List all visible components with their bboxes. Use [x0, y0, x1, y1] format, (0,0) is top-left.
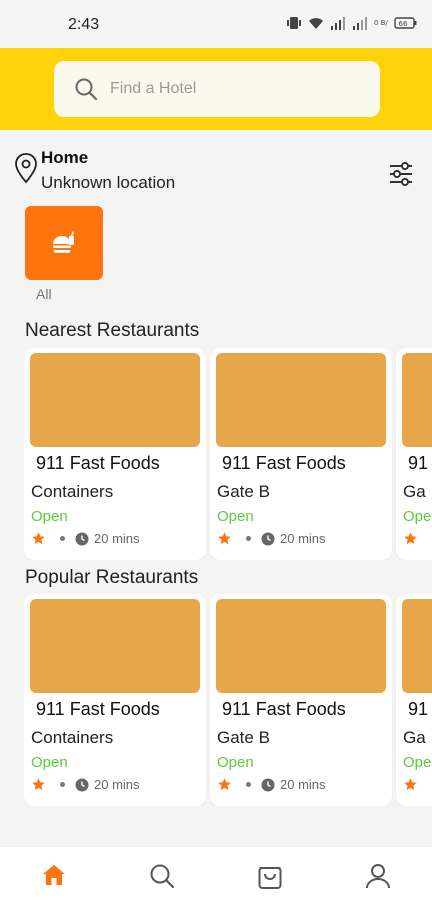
restaurant-branch: Gate B: [217, 728, 270, 747]
battery-icon: 66: [394, 17, 417, 29]
nav-profile[interactable]: [362, 863, 394, 895]
restaurant-name: 91: [408, 699, 429, 719]
status-time: 2:43: [68, 16, 100, 33]
profile-icon: [366, 864, 390, 889]
status-bar: 2:43 0 B/S 66: [0, 0, 432, 48]
restaurant-branch: Containers: [31, 482, 114, 501]
restaurant-card[interactable]: 911 Fast Foods Containers Open 20 mins: [24, 594, 206, 806]
restaurant-branch: Ga: [403, 728, 426, 747]
burger-drink-icon: [53, 231, 75, 254]
restaurant-name: 911 Fast Foods: [222, 699, 346, 719]
clock-icon: [75, 532, 89, 545]
location-pin-icon: [15, 153, 37, 184]
food-image: [30, 599, 200, 693]
net-speed-text: 0 B/S: [374, 19, 388, 27]
bottom-nav: [0, 846, 432, 900]
food-image: [402, 353, 432, 447]
popular-restaurants-row[interactable]: 911 Fast Foods Containers Open 20 mins 9…: [24, 594, 432, 806]
delivery-time: 20 mins: [94, 531, 140, 546]
restaurant-card[interactable]: 911 Fast Foods Gate B Open 20 mins: [210, 594, 392, 806]
section-title-nearest: Nearest Restaurants: [25, 320, 200, 341]
nav-home[interactable]: [38, 863, 70, 895]
section-title-popular: Popular Restaurants: [25, 567, 199, 588]
nav-cart[interactable]: [254, 863, 286, 895]
star-icon: [404, 532, 417, 545]
open-status: Open: [31, 508, 68, 525]
restaurant-name: 911 Fast Foods: [36, 699, 160, 719]
wifi-icon: [309, 18, 323, 29]
net-speed-icon: 0 B/S: [374, 19, 388, 27]
food-image: [402, 599, 432, 693]
restaurant-card[interactable]: 911 Fast Foods Gate B Open 20 mins: [210, 348, 392, 560]
location-subtitle[interactable]: Unknown location: [41, 173, 175, 193]
search-icon: [75, 78, 98, 101]
star-icon: [32, 532, 45, 545]
star-icon: [404, 778, 417, 791]
filter-icon[interactable]: [388, 162, 414, 186]
location-row: Home Unknown location: [14, 146, 420, 196]
search-box[interactable]: [54, 61, 380, 117]
cart-icon: [258, 867, 282, 889]
meta-dot: [246, 782, 251, 787]
food-image: [30, 353, 200, 447]
card-meta: 20 mins: [31, 531, 140, 546]
meta-dot: [246, 536, 251, 541]
delivery-time: 20 mins: [280, 531, 326, 546]
restaurant-card[interactable]: 911 Fast Foods Containers Open 20 mins: [24, 348, 206, 560]
open-status: Ope: [403, 508, 432, 525]
restaurant-branch: Gate B: [217, 482, 270, 501]
card-meta: 20 mins: [217, 777, 326, 792]
delivery-time: 20 mins: [280, 777, 326, 792]
card-meta: 20 mins: [31, 777, 140, 792]
clock-icon: [261, 532, 275, 545]
clock-icon: [75, 778, 89, 791]
category-all-tile[interactable]: [25, 206, 103, 280]
star-icon: [32, 778, 45, 791]
location-title[interactable]: Home: [41, 148, 88, 168]
meta-dot: [60, 782, 65, 787]
restaurant-card[interactable]: 91 Ga Ope: [396, 348, 432, 560]
card-meta: [403, 531, 418, 546]
nav-search[interactable]: [146, 863, 178, 895]
open-status: Open: [217, 508, 254, 525]
delivery-time: 20 mins: [94, 777, 140, 792]
star-icon: [218, 532, 231, 545]
open-status: Open: [217, 754, 254, 771]
restaurant-card[interactable]: 91 Ga Ope: [396, 594, 432, 806]
meta-dot: [60, 536, 65, 541]
search-input[interactable]: [110, 80, 340, 98]
restaurant-name: 91: [408, 453, 429, 473]
signal-icon-2: [353, 17, 367, 30]
status-icons: 0 B/S 66: [286, 14, 418, 32]
signal-icon: [331, 17, 345, 30]
search-icon: [150, 864, 175, 889]
vibrate-icon: [287, 17, 301, 29]
restaurant-name: 911 Fast Foods: [222, 453, 346, 473]
card-meta: [403, 777, 418, 792]
star-icon: [218, 778, 231, 791]
restaurant-branch: Containers: [31, 728, 114, 747]
category-all-label: All: [36, 286, 52, 302]
food-image: [216, 353, 386, 447]
clock-icon: [261, 778, 275, 791]
battery-level: 66: [399, 20, 408, 28]
open-status: Ope: [403, 754, 432, 771]
open-status: Open: [31, 754, 68, 771]
restaurant-name: 911 Fast Foods: [36, 453, 160, 473]
food-image: [216, 599, 386, 693]
search-header: [0, 48, 432, 130]
restaurant-branch: Ga: [403, 482, 426, 501]
card-meta: 20 mins: [217, 531, 326, 546]
home-icon: [43, 865, 65, 885]
nearest-restaurants-row[interactable]: 911 Fast Foods Containers Open 20 mins 9…: [24, 348, 432, 560]
